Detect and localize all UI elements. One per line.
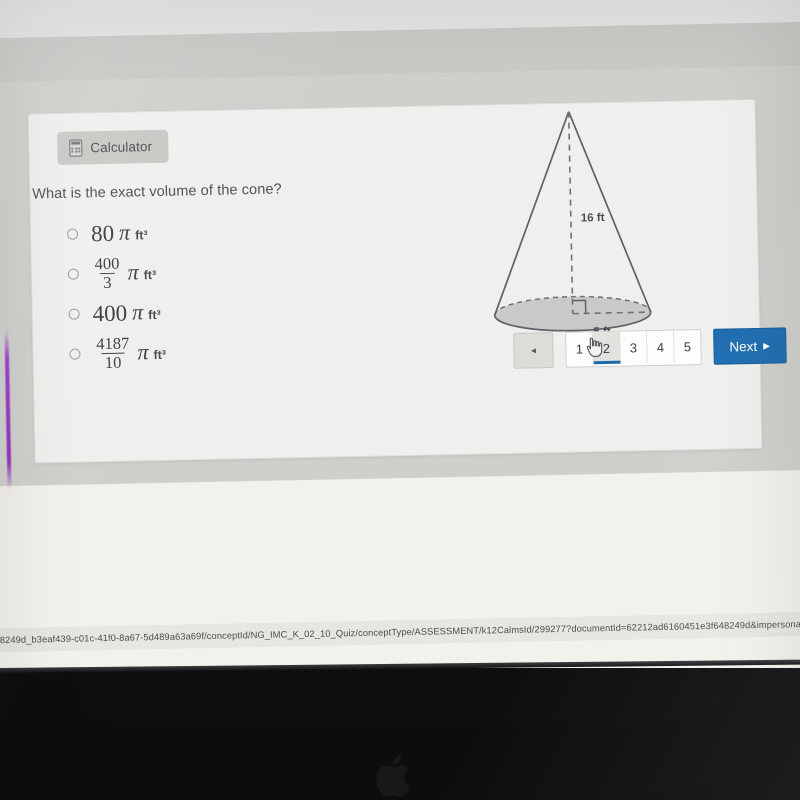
page-label-3: 3 <box>629 339 638 355</box>
previous-arrow-icon: ◂ <box>530 344 537 356</box>
photo-of-monitor: Calculator What is the exact volume of t… <box>0 0 800 800</box>
page-button-5[interactable]: 5 <box>674 330 701 363</box>
radio-button-b[interactable] <box>67 268 79 280</box>
answer-d-numerator: 4187 <box>96 333 130 354</box>
question-prompt: What is the exact volume of the cone? <box>32 181 282 203</box>
cone-svg: 16 ft 5 ft <box>493 111 652 338</box>
next-button[interactable]: Next ▸ <box>713 327 787 365</box>
answer-b-fraction: 400 3 <box>91 253 122 292</box>
answer-a-coefficient: 80 <box>90 220 115 246</box>
page-button-4[interactable]: 4 <box>647 330 675 364</box>
previous-page-button[interactable]: ◂ <box>513 332 554 369</box>
answer-option-d[interactable]: 4187 10 π ft³ <box>69 326 450 374</box>
answer-b-denominator: 3 <box>100 272 115 292</box>
page-button-3[interactable]: 3 <box>620 331 648 364</box>
page-label-2: 2 <box>602 340 611 356</box>
calculator-button-label: Calculator <box>90 139 153 156</box>
pagination-bar: ◂ 1 2 3 4 5 Next ▸ <box>513 327 787 369</box>
answer-d-fraction: 4187 10 <box>93 333 133 372</box>
answer-d-unit: ft³ <box>153 347 167 362</box>
page-label-5: 5 <box>683 338 692 354</box>
answer-d-pi: π <box>137 339 149 365</box>
cone-height-line <box>567 111 574 314</box>
answer-c-unit: ft³ <box>148 307 161 322</box>
answer-c-pi: π <box>131 299 144 325</box>
answer-b-numerator: 400 <box>94 253 120 274</box>
cone-height-label: 16 ft <box>581 212 605 224</box>
answer-b-pi: π <box>127 259 139 285</box>
next-arrow-icon: ▸ <box>763 337 771 353</box>
page-number-list: 1 2 3 4 5 <box>565 329 702 368</box>
page-label-4: 4 <box>656 339 665 355</box>
cone-diagram: 16 ft 5 ft <box>458 93 683 367</box>
page-lower-background <box>0 469 800 687</box>
page-button-1[interactable]: 1 <box>566 332 594 365</box>
answer-text-b: 400 3 π ft³ <box>91 253 157 292</box>
page-label-1: 1 <box>575 340 584 357</box>
cone-left-slant <box>493 111 570 316</box>
radio-button-a[interactable] <box>66 228 79 240</box>
answer-d-denominator: 10 <box>101 352 125 372</box>
answer-text-d: 4187 10 π ft³ <box>93 333 167 372</box>
radio-button-d[interactable] <box>69 348 81 360</box>
answer-text-c: 400 π ft³ <box>92 299 161 326</box>
answer-a-unit: ft³ <box>134 227 148 243</box>
answer-c-coefficient: 400 <box>92 300 128 326</box>
calculator-button[interactable]: Calculator <box>56 129 169 165</box>
answer-a-pi: π <box>118 219 131 245</box>
apple-logo <box>376 754 410 797</box>
screen-surface: Calculator What is the exact volume of t… <box>0 0 800 687</box>
page-button-2[interactable]: 2 <box>586 331 621 365</box>
answer-b-unit: ft³ <box>143 267 157 282</box>
radio-button-c[interactable] <box>68 308 80 320</box>
answer-options: 80 π ft³ 400 3 π ft³ 400 π ft³ 4187 10 π… <box>66 206 450 374</box>
next-button-label: Next <box>729 338 758 354</box>
quiz-card: Calculator What is the exact volume of t… <box>27 98 787 464</box>
calculator-icon <box>69 139 83 157</box>
answer-text-a: 80 π ft³ <box>90 219 148 246</box>
